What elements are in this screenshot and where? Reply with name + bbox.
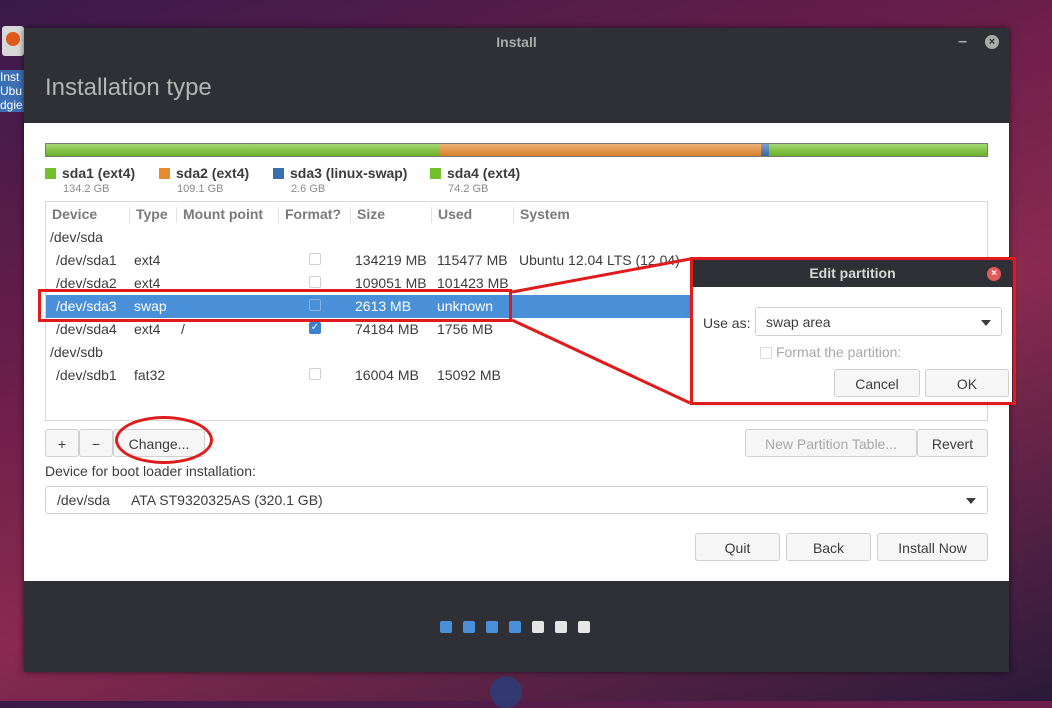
cell-type: ext4 — [134, 252, 161, 268]
column-divider — [350, 207, 351, 223]
format-checkbox[interactable] — [309, 368, 321, 380]
column-header-device[interactable]: Device — [52, 206, 97, 222]
annotation-circle-change — [115, 416, 213, 464]
legend-swatch — [273, 168, 284, 179]
column-header-used[interactable]: Used — [438, 206, 472, 222]
column-divider — [129, 207, 130, 223]
bootloader-device: /dev/sda — [57, 492, 110, 508]
bootloader-description: ATA ST9320325AS (320.1 GB) — [131, 492, 323, 508]
cell-device: /dev/sda — [50, 229, 103, 245]
legend-name: sda3 (linux-swap) — [290, 165, 408, 181]
minimize-icon[interactable]: – — [958, 28, 967, 56]
back-button[interactable]: Back — [786, 533, 871, 561]
cell-used: 15092 MB — [437, 367, 501, 383]
cell-mount: / — [181, 321, 185, 337]
progress-steps — [440, 621, 590, 633]
bootloader-device-select[interactable]: /dev/sda ATA ST9320325AS (320.1 GB) — [45, 486, 988, 514]
add-partition-button[interactable]: + — [45, 429, 79, 457]
legend-item-sda1: sda1 (ext4) 134.2 GB — [45, 165, 135, 195]
close-icon[interactable]: × — [985, 35, 999, 49]
progress-step — [440, 621, 452, 633]
installer-icon — [2, 26, 24, 56]
column-header-format[interactable]: Format? — [285, 206, 341, 222]
cell-system: Ubuntu 12.04 LTS (12.04) — [519, 252, 680, 268]
legend-item-sda3: sda3 (linux-swap) 2.6 GB — [273, 165, 407, 195]
legend-item-sda2: sda2 (ext4) 109.1 GB — [159, 165, 249, 195]
cell-used: 115477 MB — [437, 252, 508, 268]
legend-item-sda4: sda4 (ext4) 74.2 GB — [430, 165, 520, 195]
legend-name: sda2 (ext4) — [176, 165, 250, 181]
new-partition-table-button[interactable]: New Partition Table... — [745, 429, 917, 457]
cell-device: /dev/sda4 — [56, 321, 117, 337]
cell-device: /dev/sdb1 — [56, 367, 117, 383]
annotation-highlight-row — [38, 289, 512, 322]
progress-step — [532, 621, 544, 633]
column-header-type[interactable]: Type — [136, 206, 168, 222]
progress-step — [578, 621, 590, 633]
progress-step — [486, 621, 498, 633]
column-divider — [176, 207, 177, 223]
dock-item[interactable] — [490, 676, 522, 708]
partition-bar-segment — [761, 144, 769, 156]
cell-used: 1756 MB — [437, 321, 494, 337]
progress-step — [555, 621, 567, 633]
partition-bar-segment — [440, 144, 762, 156]
column-header-mount[interactable]: Mount point — [183, 206, 263, 222]
format-checkbox[interactable] — [309, 253, 321, 265]
legend-size: 74.2 GB — [448, 183, 489, 195]
format-checkbox[interactable] — [309, 276, 321, 288]
window-title: Install — [496, 34, 537, 50]
cell-size: 16004 MB — [355, 367, 419, 383]
table-row-disk-sda[interactable]: /dev/sda — [46, 226, 987, 249]
legend-size: 2.6 GB — [291, 183, 326, 195]
cell-device: /dev/sda1 — [56, 252, 117, 268]
column-divider — [431, 207, 432, 223]
legend-swatch — [45, 168, 56, 179]
legend-size: 109.1 GB — [177, 183, 224, 195]
window-titlebar[interactable]: Install – × — [24, 28, 1009, 56]
cell-type: ext4 — [134, 321, 161, 337]
format-checkbox-checked[interactable]: ✓ — [309, 322, 321, 334]
partition-bar — [45, 143, 988, 157]
annotation-highlight-dialog — [690, 257, 1016, 405]
desktop-icon-label: Inst Ubu dgie — [0, 70, 26, 112]
partition-bar-segment — [46, 144, 441, 156]
legend-size: 134.2 GB — [63, 183, 110, 195]
page-title: Installation type — [45, 74, 212, 101]
partition-bar-segment — [768, 144, 987, 156]
column-header-system[interactable]: System — [520, 206, 570, 222]
legend-swatch — [430, 168, 441, 179]
bootloader-label: Device for boot loader installation: — [45, 463, 256, 479]
desktop-installer-icon[interactable]: Inst Ubu dgie — [0, 24, 26, 116]
progress-step — [463, 621, 475, 633]
cell-type: fat32 — [134, 367, 166, 383]
remove-partition-button[interactable]: − — [79, 429, 113, 457]
legend-swatch — [159, 168, 170, 179]
progress-step — [509, 621, 521, 633]
column-divider — [513, 207, 514, 223]
revert-button[interactable]: Revert — [917, 429, 988, 457]
chevron-down-icon — [966, 498, 976, 504]
cell-size: 74184 MB — [355, 321, 419, 337]
cell-device: /dev/sdb — [50, 344, 103, 360]
legend-name: sda1 (ext4) — [62, 165, 136, 181]
cell-size: 134219 MB — [355, 252, 427, 268]
install-now-button[interactable]: Install Now — [877, 533, 988, 561]
legend-name: sda4 (ext4) — [447, 165, 521, 181]
column-divider — [278, 207, 279, 223]
column-header-size[interactable]: Size — [357, 206, 385, 222]
quit-button[interactable]: Quit — [695, 533, 780, 561]
